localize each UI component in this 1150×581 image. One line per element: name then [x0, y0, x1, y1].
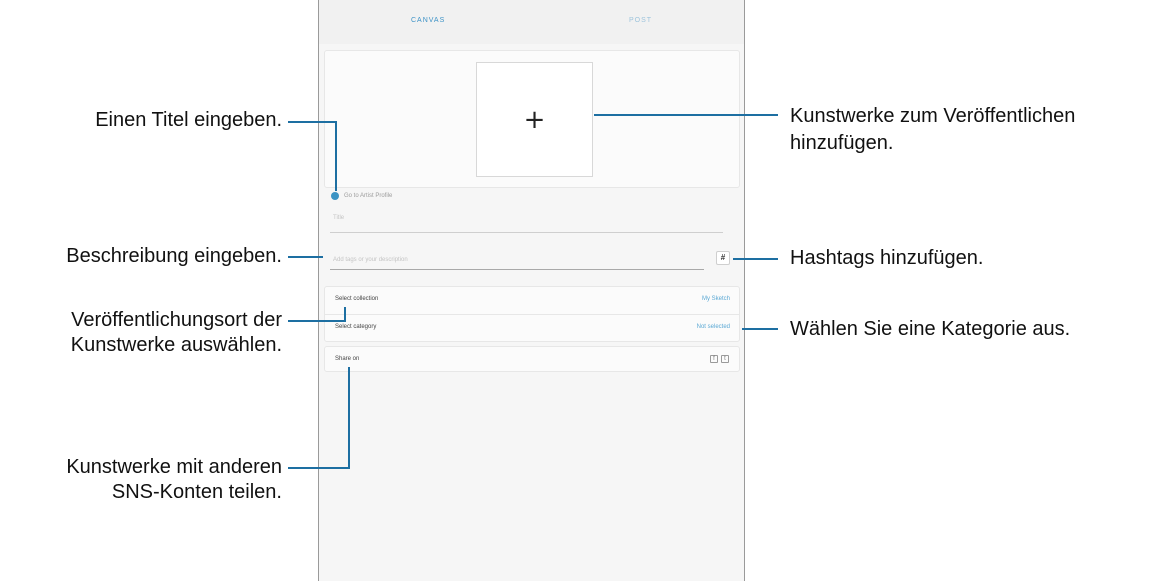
select-collection-value[interactable]: My Sketch: [702, 296, 730, 302]
select-collection-label: Select collection: [335, 296, 379, 302]
callout-add-artwork-2: hinzufügen.: [790, 132, 894, 154]
artist-profile-label[interactable]: Go to Artist Profile: [344, 193, 392, 199]
add-artwork-button[interactable]: +: [476, 62, 593, 177]
select-category-row[interactable]: Select category Not selected: [325, 315, 739, 342]
title-underline: [330, 232, 723, 233]
callout-line: [594, 114, 778, 116]
callout-line: [335, 121, 337, 191]
callout-share-2: SNS-Konten teilen.: [111, 481, 282, 503]
callout-select-location-1: Veröffentlichungsort der: [71, 309, 282, 331]
callout-line: [344, 307, 346, 322]
callout-line: [742, 328, 778, 330]
callout-share-1: Kunstwerke mit anderen: [66, 456, 282, 478]
hashtag-button[interactable]: #: [716, 251, 730, 265]
share-on-label: Share on: [335, 356, 360, 362]
select-category-label: Select category: [335, 324, 377, 330]
callout-line: [288, 256, 323, 258]
share-icons: f t: [710, 355, 729, 363]
description-underline: [330, 269, 704, 270]
callout-line: [348, 367, 350, 469]
callout-line: [288, 467, 350, 469]
select-collection-row[interactable]: Select collection My Sketch: [325, 287, 739, 315]
plus-icon: +: [523, 104, 546, 135]
callout-select-category: Wählen Sie eine Kategorie aus.: [790, 318, 1071, 340]
profile-dot-icon: [331, 192, 339, 200]
settings-card: Select collection My Sketch Select categ…: [324, 286, 740, 342]
tab-bar: CANVAS POST: [319, 0, 744, 44]
callout-line: [288, 121, 337, 123]
tab-post[interactable]: POST: [629, 17, 652, 24]
facebook-icon[interactable]: f: [710, 355, 718, 363]
select-category-value[interactable]: Not selected: [697, 324, 730, 330]
description-input[interactable]: Add tags or your description: [333, 257, 408, 263]
callout-add-artwork-1: Kunstwerke zum Veröffentlichen: [790, 105, 1076, 127]
share-card: Share on f t: [324, 346, 740, 372]
title-input[interactable]: Title: [333, 215, 344, 221]
callout-enter-description: Beschreibung eingeben.: [66, 245, 282, 267]
callout-line: [288, 320, 346, 322]
callout-enter-title: Einen Titel eingeben.: [95, 109, 282, 131]
callout-add-hashtags: Hashtags hinzufügen.: [790, 247, 984, 269]
callout-line: [733, 258, 778, 260]
tab-canvas[interactable]: CANVAS: [411, 17, 445, 24]
callout-select-location-2: Kunstwerke auswählen.: [70, 334, 282, 356]
twitter-icon[interactable]: t: [721, 355, 729, 363]
app-screen: CANVAS POST + Go to Artist Profile Title…: [318, 0, 745, 581]
